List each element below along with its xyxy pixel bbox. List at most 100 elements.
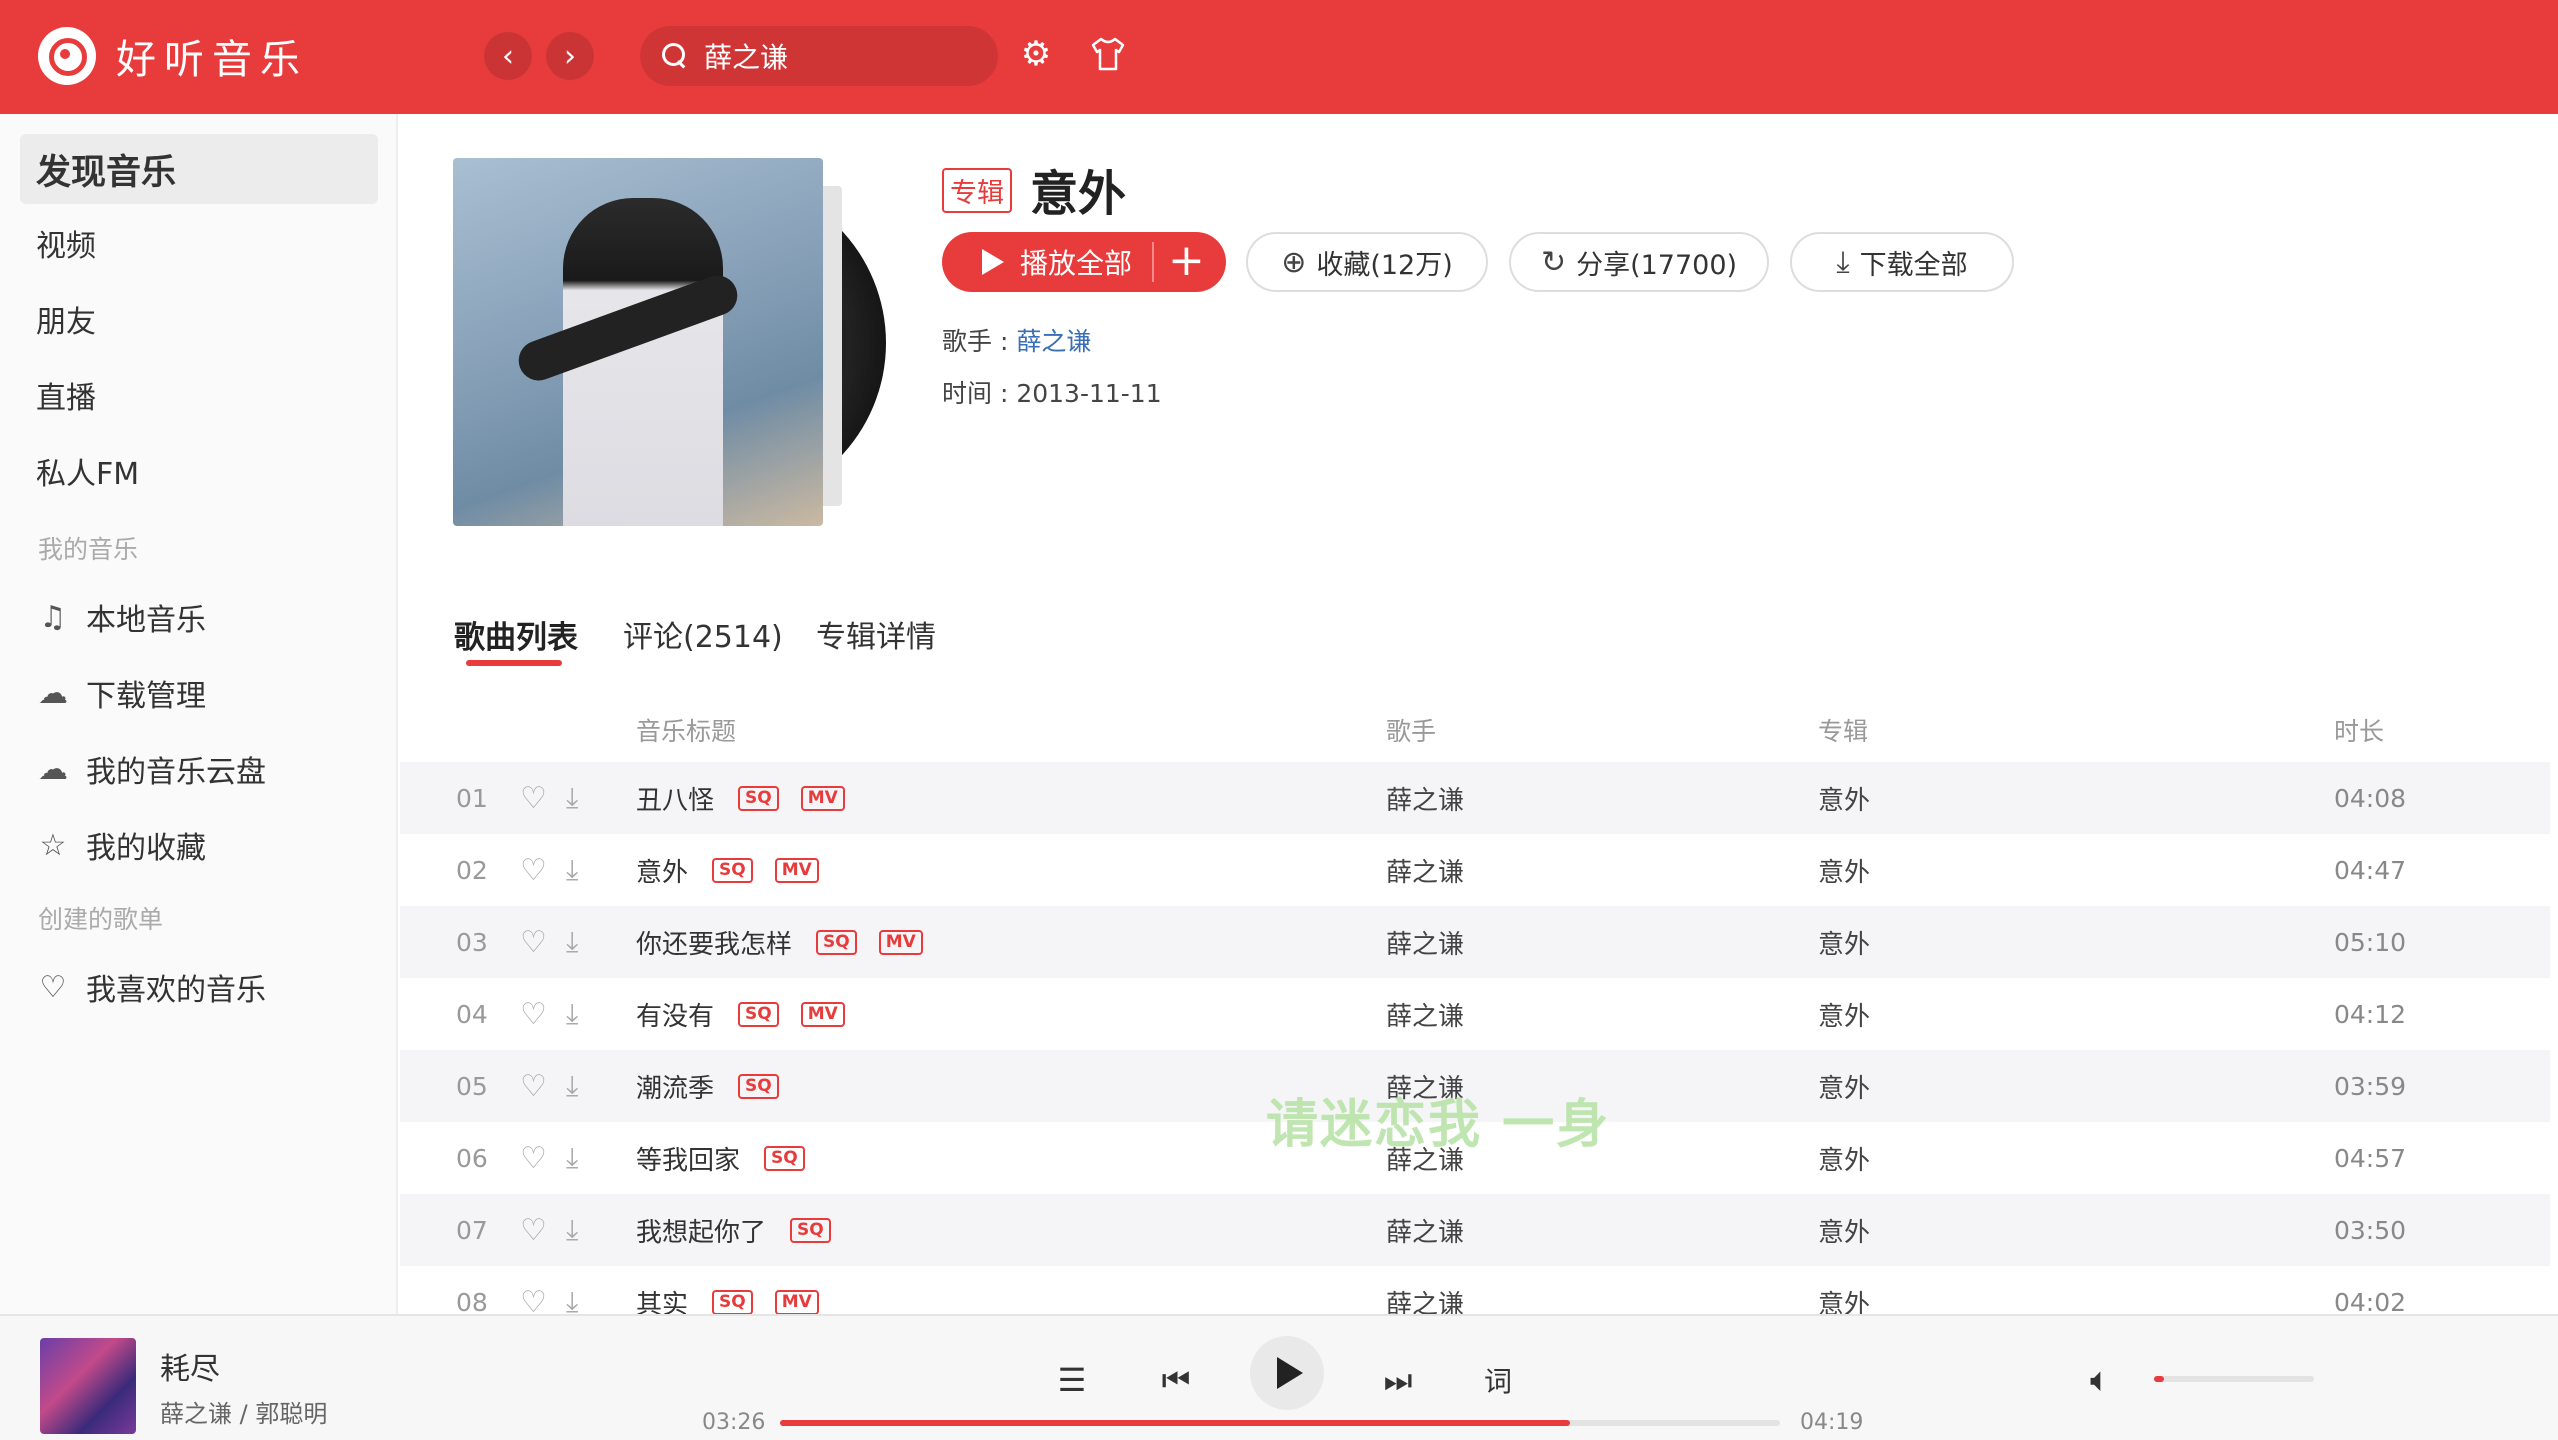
sidebar-item-cloud-disk[interactable]: ☁ 我的音乐云盘 [20,734,378,804]
artist-cell[interactable]: 薛之谦 [1386,906,1464,978]
progress-slider[interactable] [780,1420,1780,1426]
now-playing-cover[interactable] [40,1338,136,1434]
download-button[interactable]: ⤓ [566,978,578,1050]
share-button[interactable]: ↻ 分享(17700) [1509,232,1769,292]
sidebar-item-live[interactable]: 直播 [20,360,378,430]
artist-cell[interactable]: 薛之谦 [1386,978,1464,1050]
mv-badge[interactable]: MV [878,929,923,955]
mv-badge[interactable]: MV [800,1001,845,1027]
album-cover [453,158,823,526]
settings-button[interactable]: ⚙ [1016,34,1056,74]
tab-album-details[interactable]: 专辑详情 [816,612,936,656]
app-logo[interactable]: 好听音乐 [38,27,308,85]
now-playing-artist[interactable]: 薛之谦 / 郭聪明 [160,1394,327,1429]
sidebar-item-local-music[interactable]: ♫ 本地音乐 [20,582,378,652]
artist-cell[interactable]: 薛之谦 [1386,762,1464,834]
album-cell[interactable]: 意外 [1818,1122,1870,1194]
table-row[interactable]: 04 ♡ ⤓ 有没有 SQ MV 薛之谦 意外 04:12 [400,978,2550,1050]
title-cell: 有没有 SQ MV [636,978,845,1050]
track-number: 06 [456,1143,488,1173]
volume-icon[interactable]: 🔈︎ [2090,1360,2110,1400]
download-all-button[interactable]: ⤓ 下载全部 [1790,232,2014,292]
skip-next-icon: ⏭ [1383,1360,1413,1399]
mv-badge[interactable]: MV [800,785,845,811]
album-cell[interactable]: 意外 [1818,978,1870,1050]
download-button[interactable]: ⤓ [566,762,578,834]
play-icon [982,249,1004,275]
collect-button[interactable]: ⊕ 收藏(12万) [1246,232,1488,292]
sidebar-item-video[interactable]: 视频 [20,208,378,278]
artist-cell[interactable]: 薛之谦 [1386,834,1464,906]
sidebar-item-downloads[interactable]: ☁ 下载管理 [20,658,378,728]
chevron-left-icon: ‹ [502,38,514,74]
mv-badge[interactable]: MV [774,1289,819,1315]
heart-icon: ♡ [520,852,547,888]
logo-icon [38,27,96,85]
download-button[interactable]: ⤓ [566,1122,578,1194]
tab-comments[interactable]: 评论(2514) [623,612,783,656]
like-button[interactable]: ♡ [520,1122,547,1194]
playlist-button[interactable]: ☰ [1052,1360,1092,1400]
heart-icon: ♡ [39,969,67,1005]
sidebar-item-discover[interactable]: 发现音乐 [20,134,378,204]
album-cell[interactable]: 意外 [1818,906,1870,978]
sidebar-item-liked-music[interactable]: ♡ 我喜欢的音乐 [20,952,378,1022]
duration-cell: 04:12 [2334,999,2407,1029]
play-pause-button[interactable] [1250,1336,1324,1410]
now-playing-title[interactable]: 耗尽 [160,1344,220,1388]
like-button[interactable]: ♡ [520,834,547,906]
sidebar-item-fm[interactable]: 私人FM [20,436,378,506]
forward-button[interactable]: › [546,32,594,80]
duration-cell: 05:10 [2334,927,2407,957]
gear-icon: ⚙ [1020,34,1052,74]
lyrics-button[interactable]: 词 [1478,1360,1518,1400]
sq-badge: SQ [738,785,779,811]
artist-cell[interactable]: 薛之谦 [1386,1194,1464,1266]
album-cell[interactable]: 意外 [1818,834,1870,906]
song-title: 意外 [636,857,689,888]
album-cell[interactable]: 意外 [1818,1194,1870,1266]
artist-link[interactable]: 薛之谦 [1016,327,1091,356]
track-number: 02 [456,855,488,885]
back-button[interactable]: ‹ [484,32,532,80]
app-name: 好听音乐 [116,37,308,83]
sidebar-item-favorites[interactable]: ☆ 我的收藏 [20,810,378,880]
sidebar: 发现音乐 视频 朋友 直播 私人FM 我的音乐 ♫ 本地音乐 ☁ 下载管理 ☁ 我的音… [0,114,398,1314]
heart-icon: ♡ [520,996,547,1032]
volume-slider[interactable] [2154,1376,2314,1382]
header-title: 音乐标题 [636,717,737,746]
album-title: 意外 [1030,166,1127,222]
album-cell[interactable]: 意外 [1818,762,1870,834]
table-row[interactable]: 07 ♡ ⤓ 我想起你了 SQ 薛之谦 意外 03:50 [400,1194,2550,1266]
search-box[interactable] [640,26,998,86]
download-button[interactable]: ⤓ [566,1194,578,1266]
like-button[interactable]: ♡ [520,1050,547,1122]
like-button[interactable]: ♡ [520,906,547,978]
sq-badge: SQ [816,929,857,955]
play-all-button[interactable]: 播放全部 + [942,232,1226,292]
add-to-queue-button[interactable]: + [1168,235,1205,286]
like-button[interactable]: ♡ [520,978,547,1050]
previous-button[interactable]: ⏮ [1156,1360,1196,1400]
table-row[interactable]: 03 ♡ ⤓ 你还要我怎样 SQ MV 薛之谦 意外 05:10 [400,906,2550,978]
sq-badge: SQ [764,1145,805,1171]
star-icon: ☆ [39,827,67,863]
table-row[interactable]: 02 ♡ ⤓ 意外 SQ MV 薛之谦 意外 04:47 [400,834,2550,906]
skin-button[interactable] [1088,34,1128,74]
title-cell: 等我回家 SQ [636,1122,805,1194]
like-button[interactable]: ♡ [520,1194,547,1266]
tab-song-list[interactable]: 歌曲列表 [454,612,578,657]
duration-cell: 04:57 [2334,1143,2407,1173]
song-title: 我想起你了 [636,1217,767,1248]
table-row[interactable]: 01 ♡ ⤓ 丑八怪 SQ MV 薛之谦 意外 04:08 [400,762,2550,834]
next-button[interactable]: ⏭ [1378,1360,1418,1400]
download-button[interactable]: ⤓ [566,834,578,906]
mv-badge[interactable]: MV [774,857,819,883]
download-button[interactable]: ⤓ [566,1050,578,1122]
search-input[interactable] [704,39,984,73]
album-cell[interactable]: 意外 [1818,1050,1870,1122]
like-button[interactable]: ♡ [520,762,547,834]
sidebar-item-friends[interactable]: 朋友 [20,284,378,354]
player-bar: 耗尽 薛之谦 / 郭聪明 ☰ ⏮ ⏭ 词 03:26 04:19 🔈︎ [0,1314,2558,1440]
download-button[interactable]: ⤓ [566,906,578,978]
